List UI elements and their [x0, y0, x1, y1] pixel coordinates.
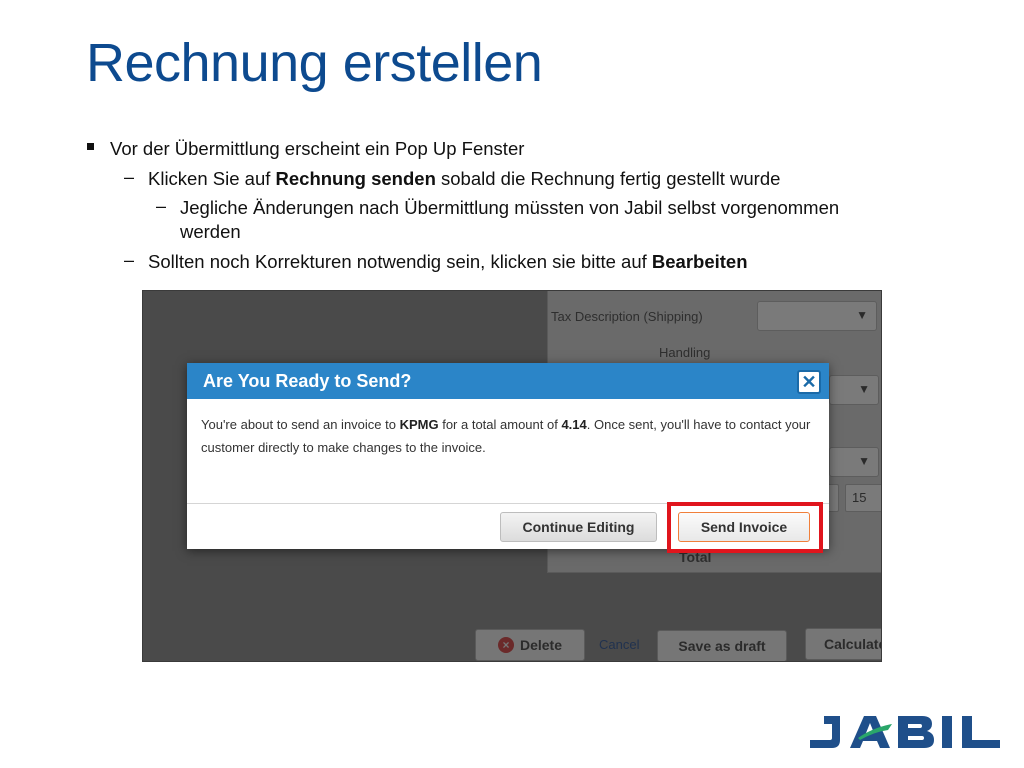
- dash-bullet-icon: –: [124, 250, 135, 270]
- bullet-bold-text: Rechnung senden: [275, 168, 436, 189]
- dialog-title: Are You Ready to Send?: [203, 371, 412, 391]
- chevron-down-icon: ▼: [858, 382, 870, 396]
- invoice-screenshot: Tax Description (Shipping) ▼ Handling ▼ …: [142, 290, 882, 662]
- delete-button-label: Delete: [519, 637, 563, 653]
- jabil-logo: [806, 712, 1002, 752]
- bullet-bold-text: Bearbeiten: [651, 251, 748, 272]
- tax-description-select[interactable]: ▼: [757, 301, 877, 331]
- bullet-level3-continuation: werden: [180, 220, 241, 244]
- handling-select[interactable]: ▼: [829, 375, 879, 405]
- delete-button[interactable]: × Delete: [475, 629, 585, 661]
- calculate-button[interactable]: Calculate: [805, 628, 881, 660]
- tax-select[interactable]: ▼: [829, 447, 879, 477]
- dash-bullet-icon: –: [156, 196, 167, 216]
- dash-bullet-icon: –: [124, 167, 135, 187]
- bullet-text: Klicken Sie auf: [148, 168, 276, 189]
- dialog-text: You're about to send an invoice to: [201, 417, 400, 432]
- delete-icon: ×: [497, 637, 514, 653]
- tax-description-label: Tax Description (Shipping): [551, 309, 703, 324]
- bullet-level3-changes: Jegliche Änderungen nach Übermittlung mü…: [180, 196, 839, 220]
- continue-editing-button[interactable]: Continue Editing: [500, 512, 657, 542]
- bullet-level1: Vor der Übermittlung erscheint ein Pop U…: [110, 137, 524, 161]
- cancel-link[interactable]: Cancel: [599, 637, 639, 652]
- highlight-box: [667, 502, 823, 553]
- customer-name: KPMG: [399, 417, 439, 432]
- invoice-amount: 4.14: [561, 417, 587, 432]
- bullet-level1-text: Vor der Übermittlung erscheint ein Pop U…: [110, 138, 525, 159]
- bullet-text: Sollten noch Korrekturen notwendig sein,…: [148, 251, 652, 272]
- bullet-text: Jegliche Änderungen nach Übermittlung mü…: [180, 197, 840, 218]
- dialog-header: Are You Ready to Send? ✕: [187, 363, 829, 399]
- bullet-text: sobald die Rechnung fertig gestellt wurd…: [435, 168, 781, 189]
- dialog-text: for a total amount of: [438, 417, 562, 432]
- dialog-message: You're about to send an invoice to KPMG …: [201, 413, 811, 459]
- jabil-logo-graphic: [810, 716, 1000, 748]
- square-bullet-icon: [87, 143, 94, 150]
- handling-label: Handling: [659, 345, 711, 360]
- slide-title: Rechnung erstellen: [86, 33, 543, 93]
- bullet-level2-corrections: Sollten noch Korrekturen notwendig sein,…: [148, 250, 748, 274]
- save-draft-button[interactable]: Save as draft: [657, 630, 787, 661]
- close-icon[interactable]: ✕: [797, 370, 821, 394]
- chevron-down-icon: ▼: [856, 308, 868, 322]
- bullet-text: werden: [180, 221, 241, 242]
- chevron-down-icon: ▼: [858, 454, 870, 468]
- qty-input[interactable]: 15: [845, 484, 881, 512]
- bullet-level2-click-send: Klicken Sie auf Rechnung senden sobald d…: [148, 167, 780, 191]
